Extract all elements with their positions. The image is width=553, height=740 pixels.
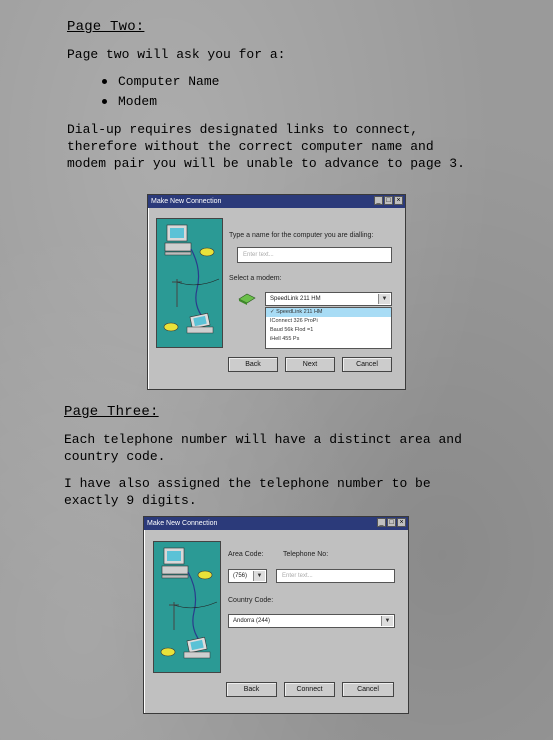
chevron-down-icon[interactable]: ▼ <box>381 616 393 626</box>
next-button[interactable]: Next <box>285 357 335 372</box>
close-button[interactable]: × <box>397 518 406 527</box>
computer-name-input[interactable]: Enter text... <box>237 247 392 263</box>
page-three-heading: Page Three: <box>64 404 159 420</box>
telephone-input[interactable]: Enter text... <box>276 569 395 583</box>
modem-option[interactable]: Baud 56k Flod =1 <box>266 326 391 335</box>
modem-option[interactable]: iHell 455 Ps <box>266 335 391 344</box>
page-two-bullet-list: Computer Name Modem <box>102 72 219 112</box>
page-three-para-2: I have also assigned the telephone numbe… <box>64 476 431 508</box>
modem-select[interactable]: SpeedLink 211 HM ▼ <box>265 292 392 306</box>
dialog-title: Make New Connection <box>147 520 218 527</box>
computer-phone-network-icon <box>160 547 218 659</box>
dialog-title: Make New Connection <box>151 198 222 205</box>
page-two-heading: Page Two: <box>67 19 145 35</box>
page-two-intro: Page two will ask you for a: <box>67 47 286 62</box>
cancel-button[interactable]: Cancel <box>342 682 394 697</box>
telephone-label: Telephone No: <box>283 551 329 558</box>
back-button[interactable]: Back <box>226 682 277 697</box>
make-new-connection-dialog-1: Make New Connection _ □ × Type a name fo… <box>147 194 406 390</box>
country-code-value: Andorra (244) <box>233 618 271 624</box>
area-code-label: Area Code: <box>228 551 264 558</box>
computer-name-label: Type a name for the computer you are dia… <box>229 232 374 239</box>
maximize-button[interactable]: □ <box>387 518 396 527</box>
area-code-value: (756) <box>233 573 248 579</box>
country-code-label: Country Code: <box>228 597 274 604</box>
back-button[interactable]: Back <box>228 357 278 372</box>
dialup-illustration <box>156 218 223 348</box>
modem-icon <box>238 293 256 305</box>
connect-button[interactable]: Connect <box>284 682 335 697</box>
modem-dropdown-list: ✓ SpeedLink 211 HM IConnect 326 ProPi Ba… <box>265 307 392 349</box>
modem-option[interactable]: ✓ SpeedLink 211 HM <box>266 308 391 317</box>
minimize-button[interactable]: _ <box>377 518 386 527</box>
chevron-down-icon[interactable]: ▼ <box>253 571 265 581</box>
dialup-illustration <box>153 541 221 673</box>
dialog-titlebar: Make New Connection _ □ × <box>148 195 405 208</box>
dialog-titlebar: Make New Connection _ □ × <box>144 517 408 530</box>
country-code-select[interactable]: Andorra (244) ▼ <box>228 614 395 628</box>
close-button[interactable]: × <box>394 196 403 205</box>
page-two-description: Dial-up requires designated links to con… <box>67 122 465 171</box>
modem-selected-value: SpeedLink 211 HM <box>270 296 321 302</box>
page-three-para-1: Each telephone number will have a distin… <box>64 432 462 464</box>
modem-label: Select a modem: <box>229 275 282 282</box>
cancel-button[interactable]: Cancel <box>342 357 392 372</box>
area-code-select[interactable]: (756) ▼ <box>228 569 267 583</box>
bullet-computer-name: Computer Name <box>102 72 219 92</box>
computer-phone-network-icon <box>163 224 220 334</box>
make-new-connection-dialog-2: Make New Connection _ □ × Area Code: Tel… <box>143 516 409 714</box>
chevron-down-icon[interactable]: ▼ <box>378 294 390 304</box>
bullet-modem: Modem <box>102 92 219 112</box>
minimize-button[interactable]: _ <box>374 196 383 205</box>
maximize-button[interactable]: □ <box>384 196 393 205</box>
modem-option[interactable]: IConnect 326 ProPi <box>266 317 391 326</box>
